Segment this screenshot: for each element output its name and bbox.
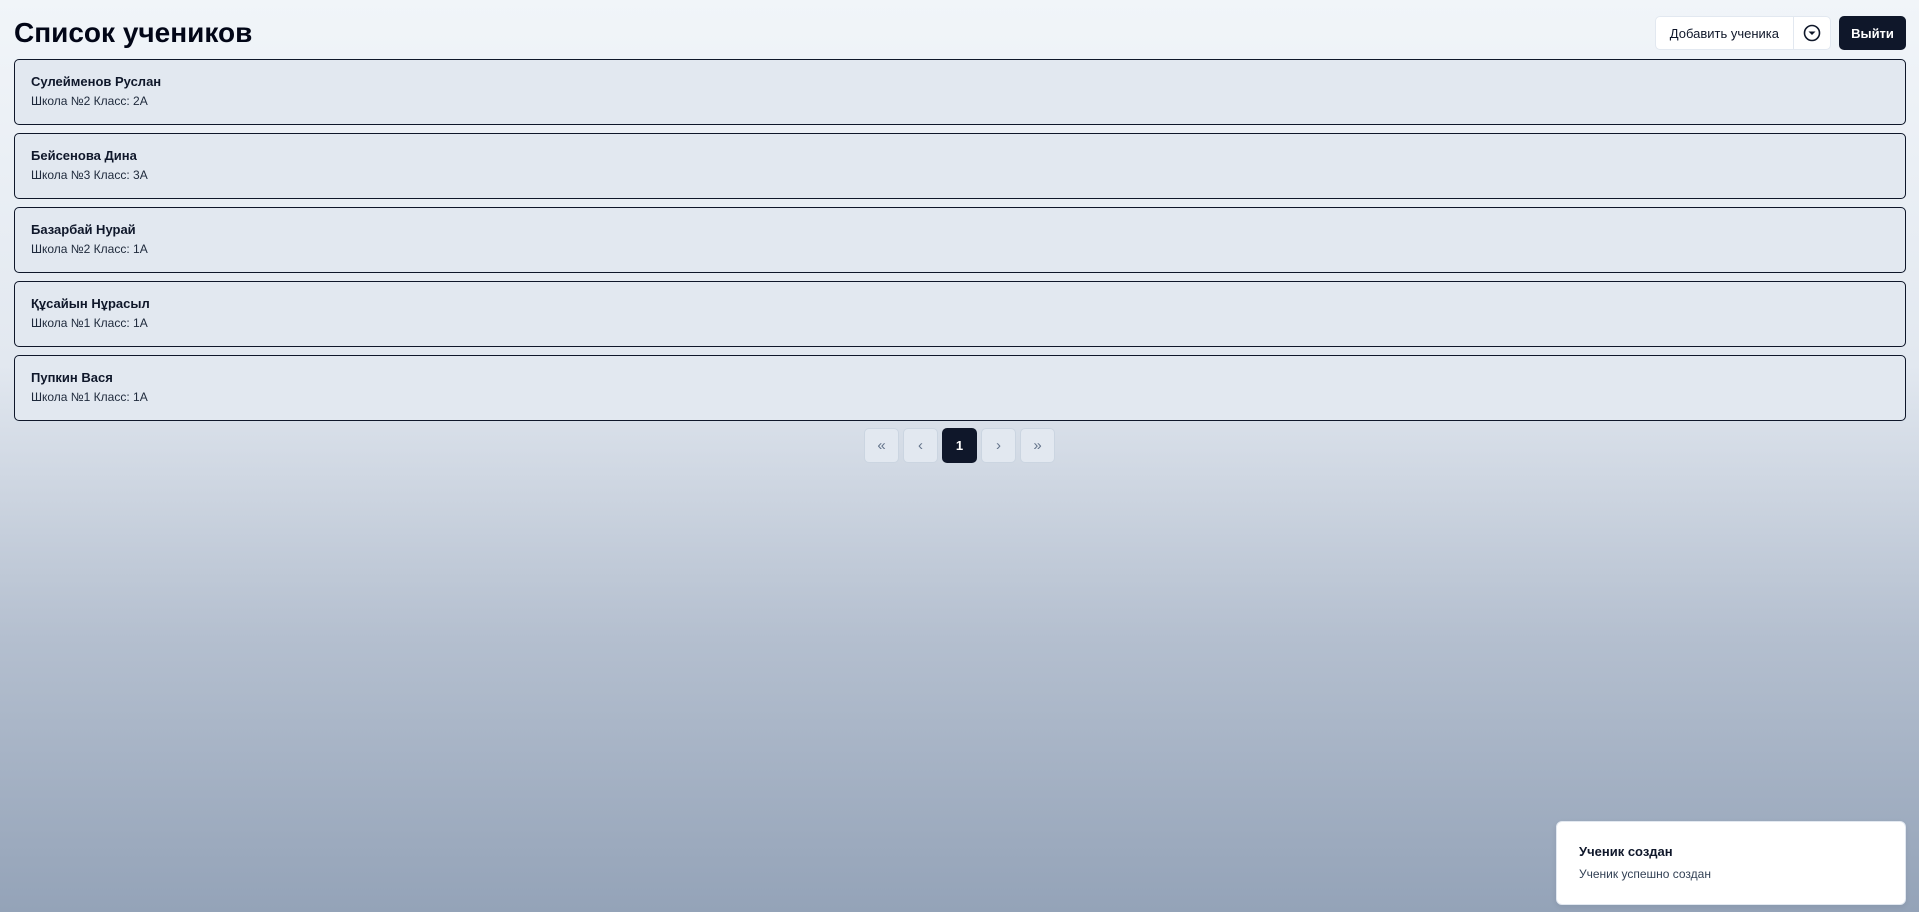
student-list: Сулейменов Руслан Школа №2 Класс: 2А Бей… xyxy=(14,59,1906,429)
page-title: Список учеников xyxy=(14,17,253,48)
toast-title: Ученик создан xyxy=(1579,844,1673,859)
student-name: Базарбай Нурай xyxy=(31,222,136,237)
student-school-class: Школа №2 Класс: 2А xyxy=(31,94,148,108)
add-student-button[interactable]: Добавить ученика xyxy=(1656,17,1794,49)
student-school-class: Школа №1 Класс: 1А xyxy=(31,316,148,330)
page-header: Список учеников Добавить ученика Выйти xyxy=(14,0,1906,60)
student-school-class: Школа №1 Класс: 1А xyxy=(31,390,148,404)
previous-page-button[interactable]: ‹ xyxy=(903,428,938,463)
student-name: Сулейменов Руслан xyxy=(31,74,162,89)
logout-button[interactable]: Выйти xyxy=(1839,16,1906,50)
header-actions: Добавить ученика Выйти xyxy=(1654,16,1906,50)
pagination: « ‹ 1 › » xyxy=(0,428,1919,463)
student-card[interactable]: Пупкин Вася Школа №1 Класс: 1А xyxy=(14,355,1906,421)
add-student-button-group: Добавить ученика xyxy=(1654,16,1831,50)
student-card[interactable]: Бейсенова Дина Школа №3 Класс: 3А xyxy=(14,133,1906,199)
next-page-button[interactable]: › xyxy=(981,428,1016,463)
student-card[interactable]: Базарбай Нурай Школа №2 Класс: 1А xyxy=(14,207,1906,273)
student-card[interactable]: Сулейменов Руслан Школа №2 Класс: 2А xyxy=(14,59,1906,125)
student-name: Бейсенова Дина xyxy=(31,148,137,163)
chevron-down-circle-icon xyxy=(1803,24,1821,42)
student-school-class: Школа №2 Класс: 1А xyxy=(31,242,148,256)
first-page-button[interactable]: « xyxy=(864,428,899,463)
current-page-button[interactable]: 1 xyxy=(942,428,977,463)
student-name: Пупкин Вася xyxy=(31,370,113,385)
toast-notification[interactable]: Ученик создан Ученик успешно создан xyxy=(1556,821,1906,905)
last-page-button[interactable]: » xyxy=(1020,428,1055,463)
student-name: Құсайын Нұрасыл xyxy=(31,296,150,311)
student-card[interactable]: Құсайын Нұрасыл Школа №1 Класс: 1А xyxy=(14,281,1906,347)
add-student-dropdown-button[interactable] xyxy=(1794,17,1830,49)
toast-description: Ученик успешно создан xyxy=(1579,867,1711,881)
student-school-class: Школа №3 Класс: 3А xyxy=(31,168,148,182)
